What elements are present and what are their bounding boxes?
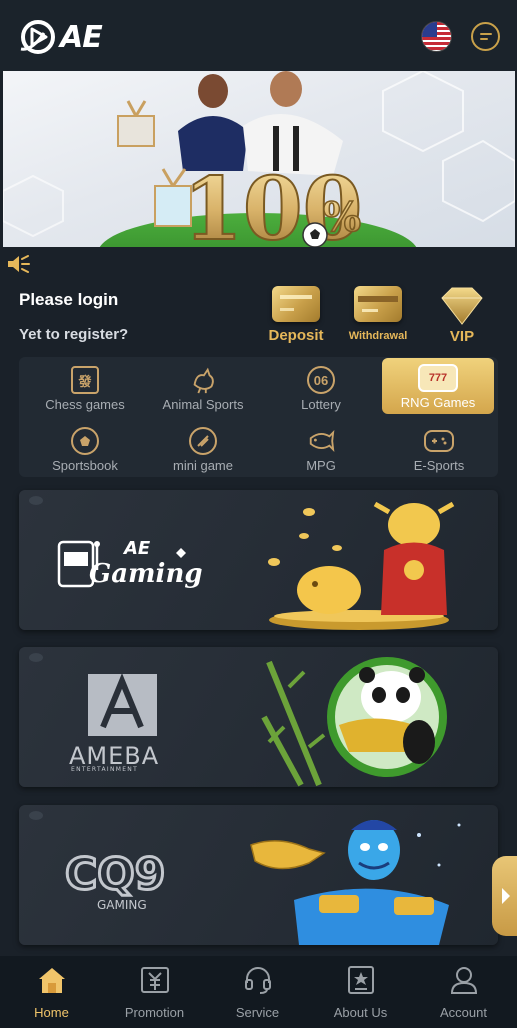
deposit-label: Deposit (268, 327, 324, 344)
provider-card-cq9[interactable]: CQ9 GAMING (19, 805, 498, 945)
category-e-sports[interactable]: E-Sports (380, 421, 498, 477)
category-label: mini game (173, 458, 233, 473)
ae-gaming-logo-sub: Gaming (89, 559, 203, 589)
promotion-icon (140, 967, 169, 993)
deposit-button[interactable]: Deposit (259, 286, 333, 344)
nav-service[interactable]: Service (206, 964, 309, 1020)
ae-gaming-logo-main: AE (122, 538, 151, 559)
side-drawer-toggle[interactable] (492, 856, 517, 936)
vip-label: VIP (449, 328, 475, 345)
ae-logo[interactable]: AE (18, 16, 103, 58)
bottom-nav: Home Promotion Service About Us Account (0, 956, 517, 1028)
ameba-logo-sub: ENTERTAINMENT (71, 766, 138, 773)
soccer-ball-icon (71, 427, 99, 455)
category-chess-games[interactable]: 發 Chess games (26, 360, 144, 416)
nav-label: Promotion (124, 1005, 185, 1020)
mini-game-icon (189, 427, 217, 455)
chevron-right-icon (502, 888, 510, 904)
vip-diamond-icon (441, 287, 483, 325)
withdrawal-label: Withdrawal (348, 330, 408, 342)
nav-label: Service (235, 1005, 280, 1020)
withdrawal-button[interactable]: Withdrawal (341, 286, 415, 342)
mahjong-tile-icon: 發 (71, 366, 99, 394)
category-sportsbook[interactable]: Sportsbook (26, 421, 144, 477)
register-link[interactable]: Yet to register? (19, 326, 128, 343)
provider-card-ae-gaming[interactable]: AE Gaming (19, 490, 498, 630)
game-category-panel: 發 Chess games Animal Sports 06 Lottery 7… (19, 357, 498, 477)
account-icon (450, 967, 477, 994)
nav-home[interactable]: Home (0, 964, 103, 1020)
nav-label: Account (440, 1005, 487, 1020)
category-lottery[interactable]: 06 Lottery (262, 360, 380, 416)
top-header: AE (0, 0, 517, 72)
us-flag-icon[interactable] (421, 21, 452, 52)
category-rng-games[interactable]: 777 RNG Games (382, 358, 494, 414)
ae-logo-mark-icon (20, 20, 55, 54)
category-label: Chess games (45, 397, 125, 412)
nav-label: About Us (333, 1005, 388, 1020)
headset-icon (244, 967, 271, 994)
rooster-icon (189, 366, 217, 394)
lottery-ball-icon: 06 (307, 366, 335, 394)
nav-account[interactable]: Account (412, 964, 515, 1020)
promo-banner[interactable]: 100 % (3, 71, 515, 247)
cq9-logo-sub: GAMING (97, 898, 147, 912)
category-animal-sports[interactable]: Animal Sports (144, 360, 262, 416)
category-label: RNG Games (400, 395, 476, 410)
category-label: Lottery (301, 397, 341, 412)
about-icon (347, 966, 374, 994)
category-label: Sportsbook (52, 458, 118, 473)
category-mpg[interactable]: MPG (262, 421, 380, 477)
speaker-icon[interactable] (6, 254, 30, 274)
category-mini-game[interactable]: mini game (144, 421, 262, 477)
home-icon (38, 968, 65, 993)
svg-text:%: % (323, 194, 361, 241)
category-label: Animal Sports (162, 397, 244, 412)
cq9-logo-main: CQ9 (65, 849, 165, 900)
nav-about-us[interactable]: About Us (309, 964, 412, 1020)
provider-card-ameba[interactable]: AMEBA ENTERTAINMENT (19, 647, 498, 787)
nav-label: Home (34, 1005, 69, 1020)
login-prompt[interactable]: Please login (19, 290, 118, 310)
withdrawal-card-icon (354, 286, 402, 322)
logo-text: AE (60, 19, 103, 55)
vip-button[interactable]: VIP (425, 286, 499, 345)
category-label: MPG (306, 458, 336, 473)
gamepad-icon (424, 430, 454, 452)
chat-icon[interactable] (471, 22, 500, 51)
fish-icon (307, 427, 335, 455)
nav-promotion[interactable]: Promotion (103, 964, 206, 1020)
slot-777-icon: 777 (418, 364, 458, 392)
deposit-card-icon (272, 286, 320, 322)
category-label: E-Sports (413, 458, 465, 473)
